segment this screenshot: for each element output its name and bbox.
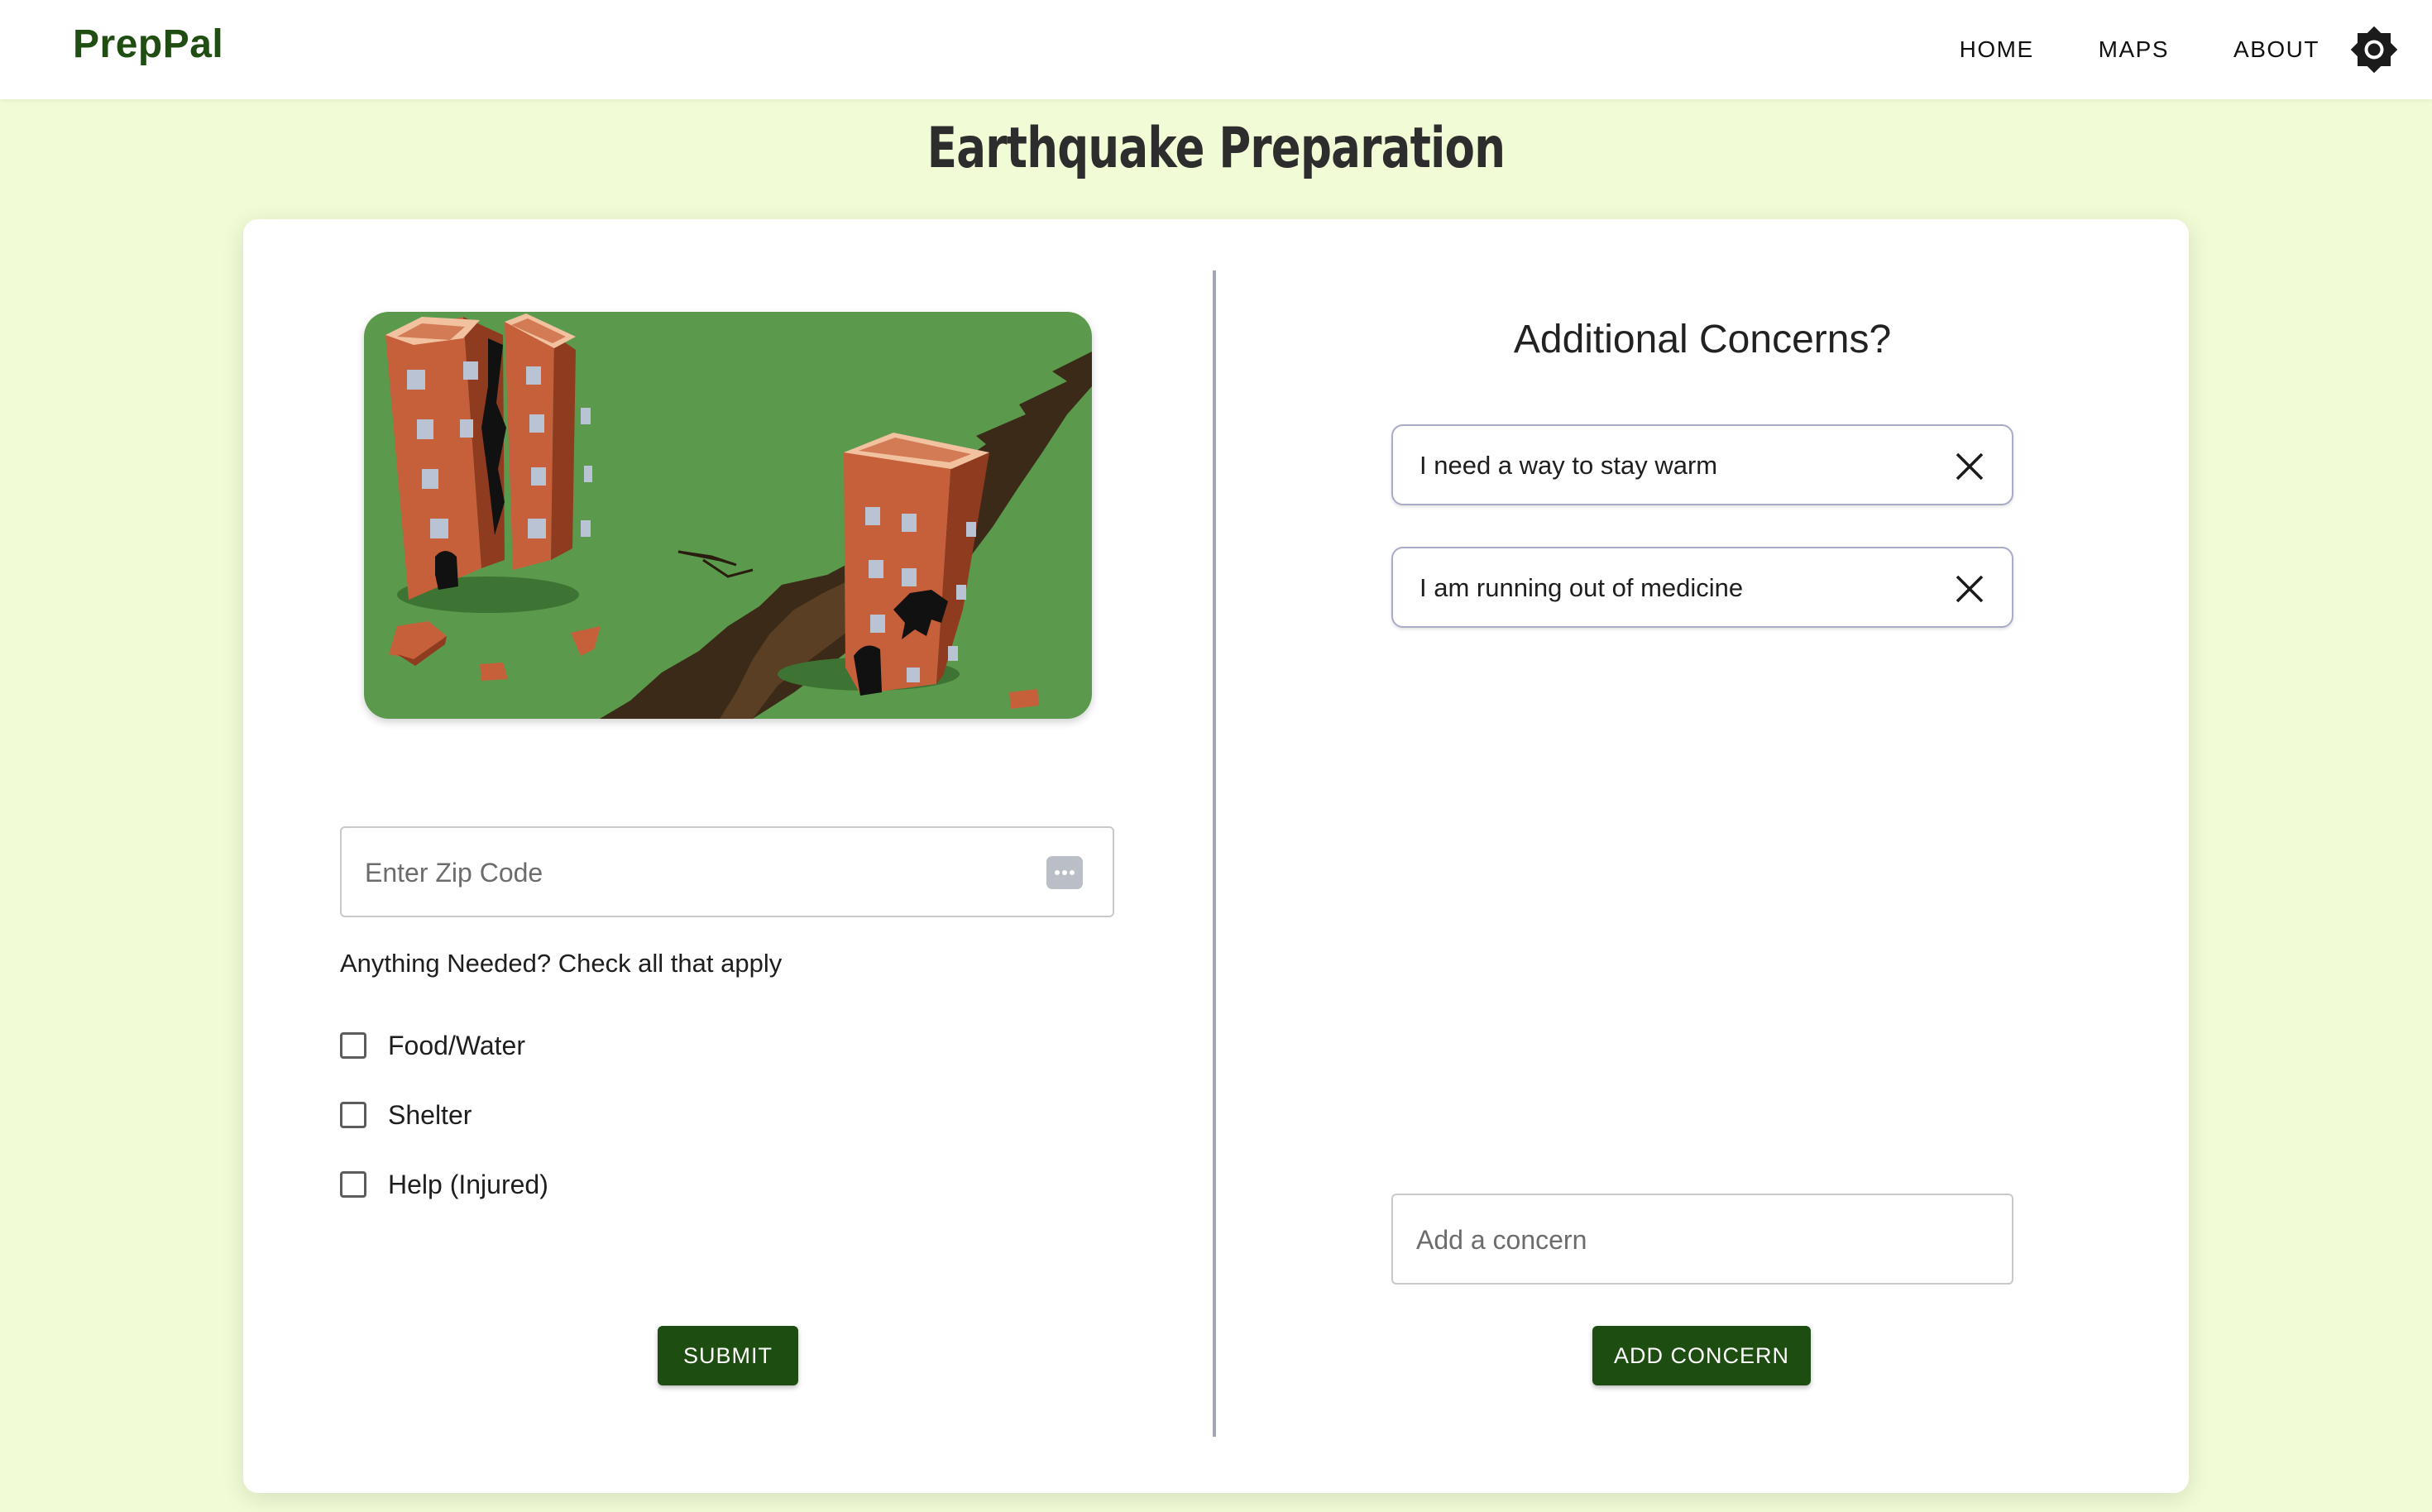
concern-item: I need a way to stay warm (1391, 424, 2013, 505)
brightness-icon[interactable] (2349, 25, 2399, 74)
zip-code-field (340, 826, 1114, 917)
checkbox-label: Food/Water (388, 1030, 525, 1060)
brand-logo[interactable]: PrepPal (73, 22, 223, 67)
nav-links: HOME MAPS ABOUT (1895, 0, 2319, 99)
checkbox-box[interactable] (340, 1102, 366, 1128)
earthquake-illustration (364, 312, 1092, 719)
zip-code-input[interactable] (363, 828, 1045, 917)
checkbox-box[interactable] (340, 1171, 366, 1198)
checkbox-food-water[interactable]: Food/Water (340, 1026, 525, 1065)
close-icon[interactable] (1954, 451, 1985, 482)
checkbox-label: Shelter (388, 1099, 472, 1130)
nav-link-about[interactable]: ABOUT (2233, 36, 2319, 63)
password-manager-icon[interactable] (1046, 856, 1083, 889)
checkbox-box[interactable] (340, 1032, 366, 1059)
needs-label: Anything Needed? Check all that apply (340, 949, 783, 978)
concern-item-text: I am running out of medicine (1419, 573, 1744, 602)
page-title: Earthquake Preparation (926, 116, 1506, 181)
concern-item: I am running out of medicine (1391, 547, 2013, 628)
submit-button[interactable]: SUBMIT (658, 1326, 798, 1385)
nav-link-home[interactable]: HOME (1960, 36, 2034, 63)
top-nav: PrepPal HOME MAPS ABOUT (0, 0, 2432, 99)
concerns-title: Additional Concerns? (1513, 318, 1892, 361)
preparation-card: Anything Needed? Check all that apply Fo… (243, 219, 2189, 1493)
concern-item-text: I need a way to stay warm (1419, 451, 1718, 480)
nav-link-maps[interactable]: MAPS (2099, 36, 2169, 63)
checkbox-help-injured[interactable]: Help (Injured) (340, 1165, 548, 1204)
add-concern-input[interactable] (1415, 1195, 1989, 1285)
column-divider (1213, 270, 1216, 1437)
add-concern-button[interactable]: ADD CONCERN (1592, 1326, 1811, 1385)
checkbox-label: Help (Injured) (388, 1169, 548, 1199)
close-icon[interactable] (1954, 573, 1985, 605)
checkbox-shelter[interactable]: Shelter (340, 1095, 472, 1135)
add-concern-field (1391, 1194, 2013, 1285)
